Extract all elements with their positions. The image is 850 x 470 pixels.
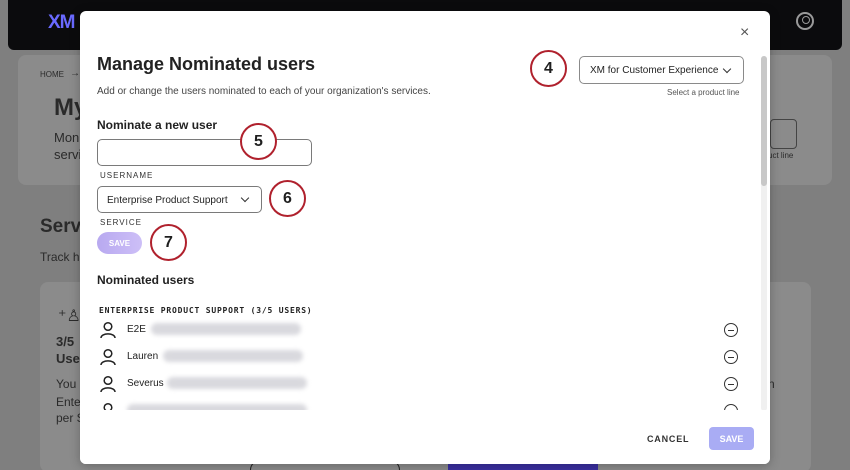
nominated-user-row: Lauren [99,348,739,370]
redacted-email [151,323,301,335]
service-label: SERVICE [100,218,142,227]
service-card-text: Ente [56,395,81,409]
product-line-value: XM for Customer Experience [590,65,719,76]
product-line-select[interactable]: XM for Customer Experience [579,56,744,84]
nominate-save-button[interactable]: SAVE [97,232,142,254]
chevron-down-icon [722,64,732,74]
xm-logo: XM [48,12,75,33]
service-value: Enterprise Product Support [107,195,228,206]
remove-user-icon[interactable] [724,323,738,337]
nominated-user-row: Severus [99,375,739,397]
background-select-helper: uct line [768,151,794,160]
page-description-line1: Moni [54,130,83,145]
user-account-icon[interactable] [796,12,814,30]
remove-user-icon[interactable] [724,350,738,364]
page-description-line2: servi [54,147,82,162]
dialog-footer: CANCEL SAVE [80,410,770,464]
user-name: Severus [127,378,164,389]
breadcrumb-arrow-icon: → [70,68,80,79]
nominated-users-title: Nominated users [97,273,195,287]
callout-5: 5 [240,123,277,160]
redacted-email [163,350,303,362]
callout-7: 7 [150,224,187,261]
dialog-subtitle: Add or change the users nominated to eac… [97,86,431,97]
user-name: E2E [127,324,146,335]
service-select[interactable]: Enterprise Product Support [97,186,262,213]
username-label: USERNAME [100,171,154,180]
service-group-header: ENTERPRISE PRODUCT SUPPORT (3/5 USERS) [99,306,313,315]
callout-4: 4 [530,50,567,87]
person-icon [100,375,116,393]
callout-6: 6 [269,180,306,217]
scrollbar-thumb[interactable] [761,56,767,186]
user-name: Lauren [127,351,159,362]
product-line-helper: Select a product line [667,88,740,97]
save-button[interactable]: SAVE [709,427,754,450]
nominated-user-row: E2E [99,321,739,343]
person-icon [100,321,116,339]
remove-user-icon[interactable] [724,377,738,391]
chevron-down-icon [240,193,250,203]
dialog-title: Manage Nominated users [97,54,316,74]
nominate-section-title: Nominate a new user [97,118,218,132]
add-user-icon: ⁺♙ [58,308,81,325]
service-card-count: 3/5 [56,334,75,349]
cancel-button[interactable]: CANCEL [647,434,689,444]
background-product-select[interactable] [770,119,797,149]
person-icon [100,348,116,366]
username-input[interactable] [97,139,312,166]
breadcrumb-home[interactable]: HOME [40,70,64,79]
redacted-email [167,377,307,389]
close-icon[interactable]: × [740,24,749,42]
